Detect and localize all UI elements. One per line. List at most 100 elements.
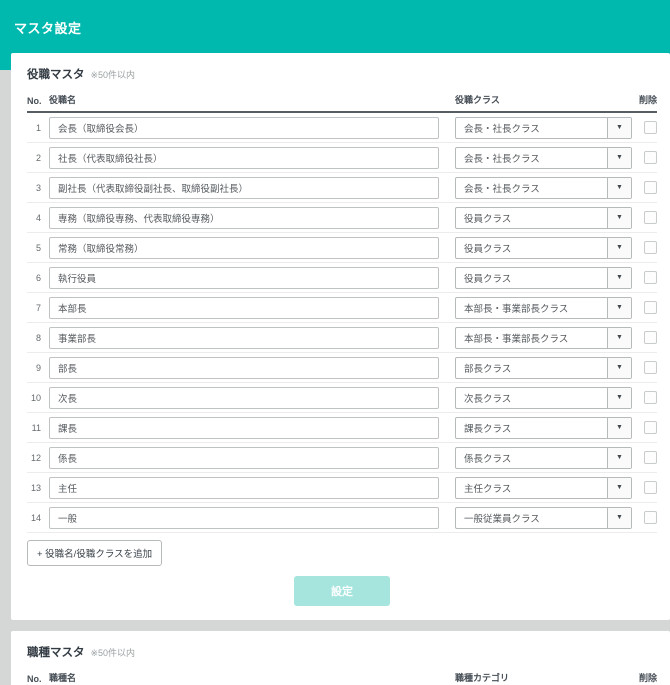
class-select[interactable]: 本部長・事業部長クラス ▼ bbox=[455, 296, 632, 319]
submit-area: 設定 bbox=[27, 576, 657, 606]
name-input[interactable] bbox=[49, 176, 439, 199]
class-select-value: 主任クラス bbox=[464, 483, 512, 495]
row-number: 11 bbox=[31, 422, 41, 433]
chevron-down-icon[interactable]: ▼ bbox=[607, 117, 631, 138]
delete-checkbox[interactable] bbox=[644, 121, 657, 134]
delete-checkbox[interactable] bbox=[644, 451, 657, 464]
class-select-value: 役員クラス bbox=[464, 273, 512, 285]
chevron-down-icon[interactable]: ▼ bbox=[607, 417, 631, 438]
add-row-button[interactable]: + 役職名/役職クラスを追加 bbox=[27, 540, 163, 566]
name-input[interactable] bbox=[49, 356, 439, 379]
row-number: 2 bbox=[35, 152, 41, 163]
name-input[interactable] bbox=[49, 416, 439, 439]
delete-checkbox[interactable] bbox=[644, 421, 657, 434]
table-row: 5 役員クラス ▼ bbox=[27, 233, 657, 263]
position-master-card: 役職マスタ ※50件以内 No. 役職名 役職クラス 削除 1 会長・社長クラス … bbox=[11, 53, 670, 620]
delete-checkbox[interactable] bbox=[644, 241, 657, 254]
class-select[interactable]: 課長クラス ▼ bbox=[455, 416, 632, 439]
section-note: ※50件以内 bbox=[90, 70, 136, 80]
class-select[interactable]: 次長クラス ▼ bbox=[455, 386, 632, 409]
main-content: 役職マスタ ※50件以内 No. 役職名 役職クラス 削除 1 会長・社長クラス … bbox=[11, 53, 670, 685]
class-select[interactable]: 役員クラス ▼ bbox=[455, 206, 632, 229]
table-body: 1 会長・社長クラス ▼ 2 会長・社長クラス ▼ 3 会長・社長クラス ▼ 4… bbox=[27, 113, 657, 533]
class-select[interactable]: 部長クラス ▼ bbox=[455, 356, 632, 379]
name-input[interactable] bbox=[49, 446, 439, 469]
column-class: 職種カテゴリ bbox=[455, 673, 510, 683]
section-title: 役職マスタ bbox=[27, 69, 85, 81]
table-row: 11 課長クラス ▼ bbox=[27, 413, 657, 443]
class-select-value: 課長クラス bbox=[464, 423, 512, 435]
row-number: 3 bbox=[35, 182, 41, 193]
name-input[interactable] bbox=[49, 386, 439, 409]
chevron-down-icon[interactable]: ▼ bbox=[607, 207, 631, 228]
chevron-down-icon[interactable]: ▼ bbox=[607, 507, 631, 528]
name-input[interactable] bbox=[49, 146, 439, 169]
table-row: 10 次長クラス ▼ bbox=[27, 383, 657, 413]
row-number: 10 bbox=[30, 392, 41, 403]
name-input[interactable] bbox=[49, 266, 439, 289]
name-input[interactable] bbox=[49, 506, 439, 529]
chevron-down-icon[interactable]: ▼ bbox=[607, 177, 631, 198]
chevron-down-icon[interactable]: ▼ bbox=[607, 237, 631, 258]
row-number: 12 bbox=[30, 452, 41, 463]
class-select-value: 役員クラス bbox=[464, 213, 512, 225]
delete-checkbox[interactable] bbox=[644, 301, 657, 314]
section-head: 役職マスタ ※50件以内 bbox=[27, 65, 657, 83]
section-note: ※50件以内 bbox=[90, 648, 136, 658]
column-class: 役職クラス bbox=[455, 95, 500, 105]
table-row: 12 係長クラス ▼ bbox=[27, 443, 657, 473]
class-select-value: 部長クラス bbox=[464, 363, 512, 375]
page-title: マスタ設定 bbox=[14, 21, 82, 36]
class-select[interactable]: 会長・社長クラス ▼ bbox=[455, 116, 632, 139]
delete-checkbox[interactable] bbox=[644, 391, 657, 404]
table-row: 14 一般従業員クラス ▼ bbox=[27, 503, 657, 533]
submit-button[interactable]: 設定 bbox=[294, 576, 390, 606]
delete-checkbox[interactable] bbox=[644, 481, 657, 494]
chevron-down-icon[interactable]: ▼ bbox=[607, 447, 631, 468]
table-row: 3 会長・社長クラス ▼ bbox=[27, 173, 657, 203]
class-select[interactable]: 主任クラス ▼ bbox=[455, 476, 632, 499]
chevron-down-icon[interactable]: ▼ bbox=[607, 387, 631, 408]
class-select-value: 次長クラス bbox=[464, 393, 512, 405]
name-input[interactable] bbox=[49, 236, 439, 259]
row-number: 9 bbox=[35, 362, 41, 373]
row-number: 4 bbox=[35, 212, 41, 223]
row-number: 14 bbox=[30, 512, 41, 523]
name-input[interactable] bbox=[49, 116, 439, 139]
class-select[interactable]: 役員クラス ▼ bbox=[455, 266, 632, 289]
table-header: No. 職種名 職種カテゴリ 削除 bbox=[27, 671, 657, 685]
name-input[interactable] bbox=[49, 206, 439, 229]
chevron-down-icon[interactable]: ▼ bbox=[607, 267, 631, 288]
chevron-down-icon[interactable]: ▼ bbox=[607, 327, 631, 348]
class-select-value: 会長・社長クラス bbox=[464, 153, 540, 165]
name-input[interactable] bbox=[49, 296, 439, 319]
delete-checkbox[interactable] bbox=[644, 151, 657, 164]
class-select-value: 本部長・事業部長クラス bbox=[464, 303, 569, 315]
section-head: 職種マスタ ※50件以内 bbox=[27, 643, 657, 661]
class-select-value: 会長・社長クラス bbox=[464, 183, 540, 195]
delete-checkbox[interactable] bbox=[644, 211, 657, 224]
chevron-down-icon[interactable]: ▼ bbox=[607, 477, 631, 498]
class-select[interactable]: 会長・社長クラス ▼ bbox=[455, 146, 632, 169]
table-row: 6 役員クラス ▼ bbox=[27, 263, 657, 293]
delete-checkbox[interactable] bbox=[644, 511, 657, 524]
class-select[interactable]: 会長・社長クラス ▼ bbox=[455, 176, 632, 199]
class-select-value: 会長・社長クラス bbox=[464, 123, 540, 135]
class-select[interactable]: 本部長・事業部長クラス ▼ bbox=[455, 326, 632, 349]
chevron-down-icon[interactable]: ▼ bbox=[607, 357, 631, 378]
name-input[interactable] bbox=[49, 326, 439, 349]
class-select[interactable]: 一般従業員クラス ▼ bbox=[455, 506, 632, 529]
name-input[interactable] bbox=[49, 476, 439, 499]
class-select[interactable]: 役員クラス ▼ bbox=[455, 236, 632, 259]
section-title: 職種マスタ bbox=[27, 647, 85, 659]
table-row: 9 部長クラス ▼ bbox=[27, 353, 657, 383]
chevron-down-icon[interactable]: ▼ bbox=[607, 297, 631, 318]
delete-checkbox[interactable] bbox=[644, 181, 657, 194]
delete-checkbox[interactable] bbox=[644, 361, 657, 374]
row-number: 6 bbox=[35, 272, 41, 283]
class-select[interactable]: 係長クラス ▼ bbox=[455, 446, 632, 469]
class-select-value: 係長クラス bbox=[464, 453, 512, 465]
delete-checkbox[interactable] bbox=[644, 331, 657, 344]
delete-checkbox[interactable] bbox=[644, 271, 657, 284]
chevron-down-icon[interactable]: ▼ bbox=[607, 147, 631, 168]
